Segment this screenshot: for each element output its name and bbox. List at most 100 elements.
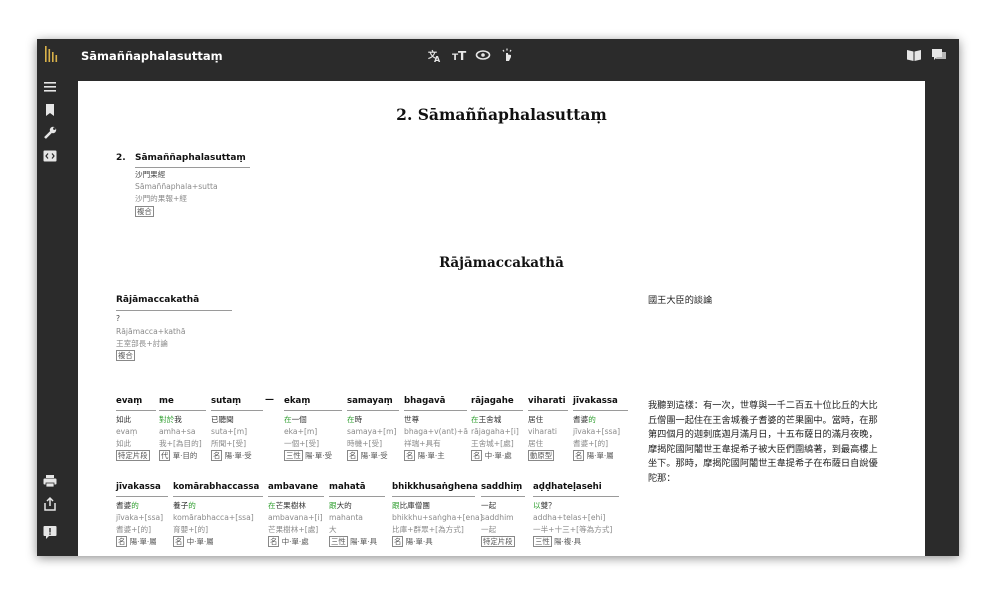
svg-text:A: A bbox=[434, 55, 441, 63]
word-gloss: 居住 bbox=[528, 439, 544, 448]
grammar-tag: 複合 bbox=[135, 206, 154, 217]
divider bbox=[159, 410, 206, 411]
font-size-icon[interactable]: TT bbox=[450, 47, 468, 65]
grammar-tag: 三性 陽·單·具 bbox=[329, 536, 378, 547]
word-gloss: 一半+十三+[等為方式] bbox=[533, 525, 613, 534]
chinese-meaning: 跟大的 bbox=[329, 501, 352, 510]
pali-word: evaṃ bbox=[116, 396, 143, 406]
word-parts: amha+sa bbox=[159, 427, 196, 436]
word-card[interactable]: ambavane 在芒果樹林 ambavana+[i] 芒果樹林+[處] 名 中… bbox=[268, 481, 324, 548]
svg-text:T: T bbox=[458, 49, 467, 63]
chinese-meaning: 跟比庫僧團 bbox=[392, 501, 430, 510]
grammar-tag: 名 陽·單·屬 bbox=[573, 450, 614, 461]
divider bbox=[116, 496, 168, 497]
word-card[interactable]: rājagahe 在王舍城 rājagaha+[i] 王舍城+[處] 名 中·單… bbox=[471, 395, 523, 462]
word-card[interactable]: evaṃ 如此 evaṃ 如此 特定片段 bbox=[116, 395, 156, 462]
word-gloss: 芒果樹林+[處] bbox=[268, 525, 319, 534]
grammar-tag: 動原型 bbox=[528, 450, 555, 461]
divider bbox=[573, 410, 628, 411]
pali-word: bhagavā bbox=[404, 396, 446, 406]
pali-word: ambavane bbox=[268, 482, 319, 492]
chinese-meaning: 居住 bbox=[528, 415, 544, 424]
grammar-tag: 名 陽·單·主 bbox=[404, 450, 445, 461]
divider bbox=[471, 410, 523, 411]
bookmark-icon[interactable] bbox=[42, 102, 58, 118]
comment-icon[interactable] bbox=[930, 47, 948, 65]
translate-icon[interactable]: 文A bbox=[426, 47, 444, 65]
word-card[interactable]: aḍḍhateḷasehi 以雙？ addha+telas+[ehi] 一半+十… bbox=[533, 481, 619, 548]
pali-word: rājagahe bbox=[471, 396, 514, 406]
word-gloss: 如此 bbox=[116, 439, 132, 448]
word-parts: Sāmaññaphala+sutta bbox=[135, 182, 218, 191]
wrench-icon[interactable] bbox=[42, 125, 58, 141]
word-gloss: 育嬰+[的] bbox=[173, 525, 209, 534]
chinese-meaning: 在時 bbox=[347, 415, 363, 424]
word-gloss: 所聞+[受] bbox=[211, 439, 247, 448]
chinese-meaning: 以雙？ bbox=[533, 501, 556, 510]
pali-word: bhikkhusaṅghena bbox=[392, 482, 478, 492]
divider bbox=[404, 410, 467, 411]
word-card[interactable]: viharati 居住 viharati 居住 動原型 bbox=[528, 395, 568, 462]
word-card[interactable]: komārabhaccassa 養子的 komārabhacca+[ssa] 育… bbox=[173, 481, 263, 548]
word-parts: viharati bbox=[528, 427, 557, 436]
chinese-meaning: 已聽聞 bbox=[211, 415, 234, 424]
divider bbox=[392, 496, 475, 497]
list-icon[interactable] bbox=[42, 79, 58, 95]
chinese-meaning: 如此 bbox=[116, 415, 132, 424]
dash-separator: — bbox=[265, 395, 274, 405]
app-logo-icon[interactable] bbox=[44, 45, 58, 63]
pali-word: jīvakassa bbox=[573, 396, 618, 406]
book-icon[interactable] bbox=[905, 47, 923, 65]
view-icon[interactable] bbox=[474, 47, 492, 65]
word-card[interactable]: ekaṃ 在一個 eka+[m] 一個+[受] 三性 陽·單·受 bbox=[284, 395, 342, 462]
app-window: Sāmaññaphalasuttaṃ 文A TT 2. Sāmaññaphala… bbox=[37, 39, 959, 556]
divider bbox=[268, 496, 324, 497]
grammar-tag: 特定片段 bbox=[116, 450, 150, 461]
word-gloss: 一個+[受] bbox=[284, 439, 320, 448]
word-parts: jīvaka+[ssa] bbox=[573, 427, 621, 436]
word-card[interactable]: bhagavā 世尊 bhaga+v(ant)+ā 祥瑞+具有 名 陽·單·主 bbox=[404, 395, 468, 462]
chinese-meaning: 沙門果經 bbox=[135, 170, 166, 179]
word-parts: eka+[m] bbox=[284, 427, 318, 436]
word-gloss: 沙門的果報+經 bbox=[135, 194, 187, 203]
feedback-icon[interactable] bbox=[42, 524, 58, 540]
word-parts: bhaga+v(ant)+ā bbox=[404, 427, 469, 436]
sutta-heading: 2. Sāmaññaphalasuttaṃ bbox=[396, 105, 607, 124]
chinese-meaning: ? bbox=[116, 314, 121, 323]
grammar-tag: 三性 陽·單·受 bbox=[284, 450, 333, 461]
word-parts: jīvaka+[ssa] bbox=[116, 513, 164, 522]
word-card[interactable]: mahatā 跟大的 mahanta 大 三性 陽·單·具 bbox=[329, 481, 385, 548]
section-translation: 國王大臣的談論 bbox=[648, 295, 713, 306]
code-icon[interactable] bbox=[42, 148, 58, 164]
word-card[interactable]: samayaṃ 在時 samaya+[m] 時機+[受] 名 陽·單·受 bbox=[347, 395, 399, 462]
pali-word: jīvakassa bbox=[116, 482, 161, 492]
divider bbox=[116, 310, 232, 311]
word-card[interactable]: sutaṃ 已聽聞 suta+[m] 所聞+[受] 名 陽·單·受 bbox=[211, 395, 263, 462]
section-heading: Rājāmaccakathā bbox=[439, 255, 564, 271]
word-card[interactable]: jīvakassa 耆婆的 jīvaka+[ssa] 耆婆+[的] 名 陽·單·… bbox=[116, 481, 168, 548]
word-card[interactable]: saddhiṃ 一起 saddhim 一起 特定片段 bbox=[481, 481, 525, 548]
word-parts: ambavana+[i] bbox=[268, 513, 323, 522]
word-gloss: 耆婆+[的] bbox=[573, 439, 609, 448]
reader-page: 2. Sāmaññaphalasuttaṃ 2. Sāmaññaphalasut… bbox=[78, 81, 925, 556]
pali-word[interactable]: Rājāmaccakathā bbox=[116, 295, 199, 305]
pali-word[interactable]: Sāmaññaphalasuttaṃ bbox=[135, 153, 246, 163]
word-card[interactable]: jīvakassa 耆婆的 jīvaka+[ssa] 耆婆+[的] 名 陽·單·… bbox=[573, 395, 628, 462]
print-icon[interactable] bbox=[42, 473, 58, 489]
word-card[interactable]: me 對於我 amha+sa 我+[為目的] 代 單·目的 bbox=[159, 395, 206, 462]
pali-word: komārabhaccassa bbox=[173, 482, 260, 492]
paragraph-translation: 我聽到這樣：有一次，世尊與一千二百五十位比丘的大比丘僧團一起住在王舍城養子耆婆的… bbox=[648, 400, 878, 484]
word-parts: addha+telas+[ehi] bbox=[533, 513, 606, 522]
grammar-tag: 三性 陽·複·具 bbox=[533, 536, 582, 547]
word-parts: komārabhacca+[ssa] bbox=[173, 513, 254, 522]
chinese-meaning: 在一個 bbox=[284, 415, 307, 424]
word-parts: suta+[m] bbox=[211, 427, 248, 436]
word-card[interactable]: bhikkhusaṅghena 跟比庫僧團 bhikkhu+saṅgha+[en… bbox=[392, 481, 483, 548]
word-parts: rājagaha+[i] bbox=[471, 427, 519, 436]
word-gloss: 王舍城+[處] bbox=[471, 439, 514, 448]
grammar-tag: 名 中·單·屬 bbox=[173, 536, 214, 547]
share-icon[interactable] bbox=[42, 496, 58, 512]
touch-icon[interactable] bbox=[498, 47, 516, 65]
chinese-meaning: 在王舍城 bbox=[471, 415, 502, 424]
top-bar: Sāmaññaphalasuttaṃ 文A TT bbox=[37, 39, 959, 75]
